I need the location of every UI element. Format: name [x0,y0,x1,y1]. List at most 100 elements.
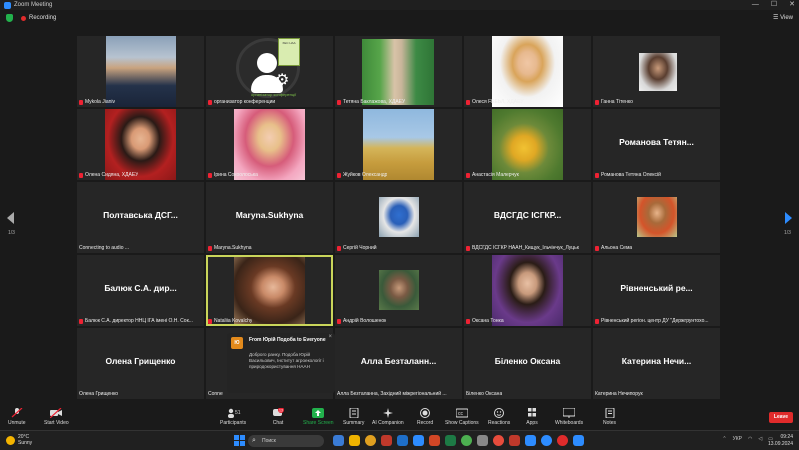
unmute-button[interactable]: Unmute [8,407,26,426]
previous-page-arrow-icon[interactable] [7,212,15,224]
language-indicator[interactable]: УКР [733,436,742,442]
encryption-shield-icon[interactable] [6,14,13,22]
participant-video [492,109,563,180]
participant-tile[interactable]: Біленко Оксана Біленко Оксана [464,328,591,399]
participant-tile[interactable]: Алла Безталанн... Алла Безталанна, Захід… [335,328,462,399]
participant-tile[interactable]: Анастасія Малерчук [464,109,591,180]
summary-button[interactable]: Summary [343,407,364,426]
taskbar-clock[interactable]: 09:24 13.09.2024 [768,434,793,448]
app-icon[interactable] [557,435,568,446]
participant-tile[interactable]: Полтавська ДСГ... Connecting to audio ..… [77,182,204,253]
weather-widget[interactable]: 20°C Sunny [6,434,32,446]
meeting-toolbar: Unmute Start Video 51 Participants 13 Ch… [0,400,799,430]
participant-name-label: Анастасія Малерчук [466,172,519,178]
zoom-app-icon[interactable] [573,435,584,446]
windows-start-icon[interactable] [234,435,245,446]
start-video-button[interactable]: Start Video [44,407,69,426]
participants-icon: 51 [227,408,241,418]
participant-tile[interactable]: Олеся FEEЬЛ, ХДАЕУ [464,36,591,107]
chat-button[interactable]: 13 Chat [272,407,284,426]
participant-tile[interactable]: Maryna.Sukhyna Maryna.Sukhyna [206,182,333,253]
active-speaker-tile[interactable]: Nataliia Kovalchy [206,255,333,326]
svg-text:cc: cc [458,411,464,417]
record-button[interactable]: Record [417,408,433,426]
muted-mic-icon [79,99,83,105]
muted-mic-icon [79,172,83,178]
view-button[interactable]: ☰ View [773,14,793,21]
chrome-icon[interactable] [461,435,472,446]
app-icon[interactable] [413,435,424,446]
page-indicator-right: 1/3 [784,230,791,236]
participant-name-label: Альона Сема [595,245,632,251]
muted-mic-icon [11,407,23,418]
leave-button[interactable]: Leave [769,412,793,423]
participant-tile[interactable]: ВДСГДС ІСГКР... ВДСГДС ІСГКР НААН_Кищук_… [464,182,591,253]
recording-label[interactable]: Recording [29,15,56,21]
participant-tile[interactable]: Олена Сидяна, ХДАЕУ [77,109,204,180]
participant-tile[interactable]: Романова Тетян... Романова Тетяна Олексі… [593,109,720,180]
word-icon[interactable] [397,435,408,446]
chat-notification-popup[interactable]: Ю From Юрій Подоба to Everyone Доброго р… [227,333,335,393]
participant-tile[interactable]: Ганна Тітенко [593,36,720,107]
participant-tile[interactable]: Балюк С.А. дир... Балюк С.А. директор НН… [77,255,204,326]
participant-avatar [637,197,677,237]
whiteboards-button[interactable]: Whiteboards [555,407,583,426]
file-explorer-icon[interactable] [349,435,360,446]
participant-tile[interactable]: Сергій Чорний [335,182,462,253]
participant-video [362,39,434,105]
show-captions-button[interactable]: cc Show Captions [445,408,479,426]
participant-video [492,255,563,326]
volume-icon[interactable]: ◁ [758,436,762,442]
participant-tile[interactable]: Олена Грищенко Олена Грищенко [77,328,204,399]
participant-tile[interactable]: Альона Сема [593,182,720,253]
close-icon[interactable]: × [328,334,332,340]
app-icon[interactable] [541,435,552,446]
taskbar-search-box[interactable]: ⌕ Поиск [248,435,324,447]
ai-companion-button[interactable]: AI Companion [372,408,404,426]
wifi-icon[interactable]: ◠ [748,436,752,442]
powerpoint-icon[interactable] [429,435,440,446]
reactions-button[interactable]: Reactions [488,408,510,426]
participants-button[interactable]: 51 Participants [220,408,246,426]
next-page-arrow-icon[interactable] [784,212,792,224]
muted-mic-icon [466,318,470,324]
sender-avatar: Ю [231,337,243,349]
participant-tile[interactable]: Рівненський ре... Рівненський регіон. це… [593,255,720,326]
participant-tile[interactable]: Тетяна Баклажова, ХДАЕУ [335,36,462,107]
participant-name-label: Тетяна Баклажова, ХДАЕУ [337,99,405,105]
apps-button[interactable]: Apps [526,408,538,426]
participant-video [234,257,305,324]
participant-tile[interactable]: Жуйков Олександр [335,109,462,180]
chat-notification-title: From Юрій Подоба to Everyone [249,337,326,343]
opera-icon[interactable] [493,435,504,446]
gear-icon: ⚙ [275,72,290,89]
browser-icon[interactable] [365,435,376,446]
pdf-reader-icon[interactable] [509,435,520,446]
chrome-app-icon[interactable] [333,435,344,446]
participant-video [492,36,563,107]
app-icon[interactable] [525,435,536,446]
notes-button[interactable]: Notes [603,407,616,426]
participant-name-label: Connecting to audio ... [79,245,130,251]
participant-tile[interactable]: Оксана Тонка [464,255,591,326]
participant-name-label: Maryna.Sukhyna [208,245,252,251]
share-screen-button[interactable]: Share Screen [303,408,334,426]
maximize-button[interactable]: ☐ [771,1,777,9]
organization-logo: ХЕС НАА [278,38,300,66]
svg-text:51: 51 [235,410,241,416]
participant-tile[interactable]: Андрій Волошенок [335,255,462,326]
chat-notification-message: Доброго ранку. Подоба Юрій Васильович, І… [249,352,324,369]
participant-name-label: Андрій Волошенок [337,318,386,324]
participant-tile[interactable]: Катерина Нечи... Катерина Нечипорук [593,328,720,399]
excel-icon[interactable] [445,435,456,446]
participant-display-name: Полтавська ДСГ... [103,210,178,220]
app-icon[interactable] [381,435,392,446]
minimize-button[interactable]: — [752,1,759,9]
participant-tile[interactable]: Ірина Сокоолоська [206,109,333,180]
chevron-up-icon[interactable]: ⌃ [722,436,726,442]
participant-name-label: Романова Тетяна Олексій [595,172,661,178]
participant-tile[interactable]: Mykola Jianiv [77,36,204,107]
app-icon[interactable] [477,435,488,446]
participant-tile[interactable]: ⚙ ХЕС НАА організатор конференції органи… [206,36,333,107]
close-window-button[interactable]: ✕ [789,1,795,9]
